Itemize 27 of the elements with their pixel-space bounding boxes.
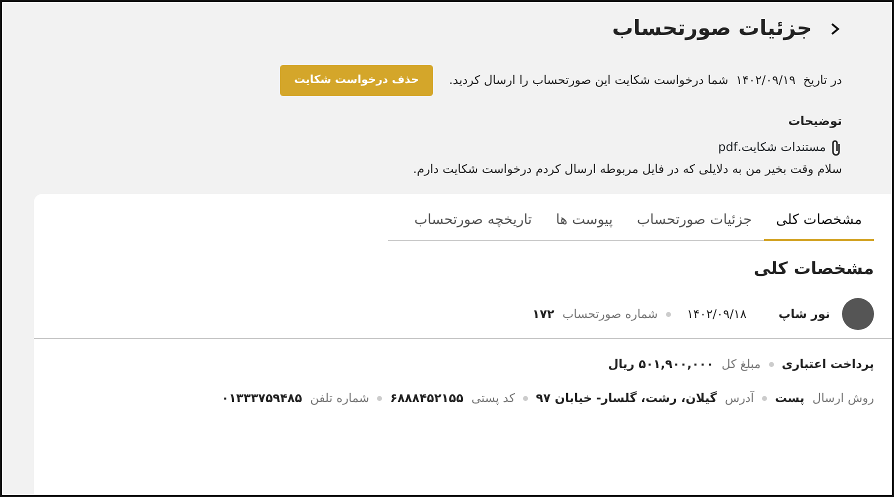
description-text: سلام وقت بخیر من به دلایلی که در فایل مربوطه ارسال کردم درخواست شکایت دارم. xyxy=(412,160,842,178)
field-label: روش ارسال xyxy=(812,390,874,408)
seller-avatar xyxy=(842,298,874,330)
field-value: ۰۱۳۳۳۷۵۹۴۸۵ xyxy=(222,390,302,408)
field-value: گیلان، رشت، گلسار- خیابان ۹۷ xyxy=(536,390,717,408)
paperclip-icon xyxy=(830,138,842,156)
section-title: مشخصات کلی xyxy=(752,258,874,281)
attachment-link[interactable]: مستندات شکایت.pdf xyxy=(718,138,826,156)
field-label: مبلغ کل xyxy=(722,356,761,374)
tab[interactable]: جزئیات صورتحساب xyxy=(624,206,764,241)
tab[interactable]: تاریخچه صورتحساب xyxy=(402,206,544,241)
tab[interactable]: پیوست ها xyxy=(544,206,625,241)
field-label: آدرس xyxy=(724,390,754,408)
description-heading: توضیحات xyxy=(787,112,842,130)
field-value: ۶۸۸۸۴۵۲۱۵۵ xyxy=(390,390,464,408)
complaint-notice: در تاریخ ۱۴۰۲/۰۹/۱۹ شما درخواست شکایت این صورتحساب را ارسال کردید. xyxy=(448,72,842,90)
invoice-number-label: شماره صورتحساب xyxy=(562,306,658,324)
field-label: کد پستی xyxy=(471,390,515,408)
tab[interactable]: مشخصات کلی xyxy=(764,206,874,241)
seller-name: نور شاپ xyxy=(778,306,830,324)
page-title: جزئیات صورتحساب xyxy=(612,16,812,42)
field-value: پست xyxy=(774,390,804,408)
field-value: ۵۰۱,۹۰۰,۰۰۰ ریال xyxy=(608,356,714,374)
invoice-date: ۱۴۰۲/۰۹/۱۸ xyxy=(686,306,747,324)
invoice-number: ۱۷۲ xyxy=(532,306,554,324)
field-value: پرداخت اعتباری xyxy=(782,356,874,374)
field-label: شماره تلفن xyxy=(310,390,370,408)
